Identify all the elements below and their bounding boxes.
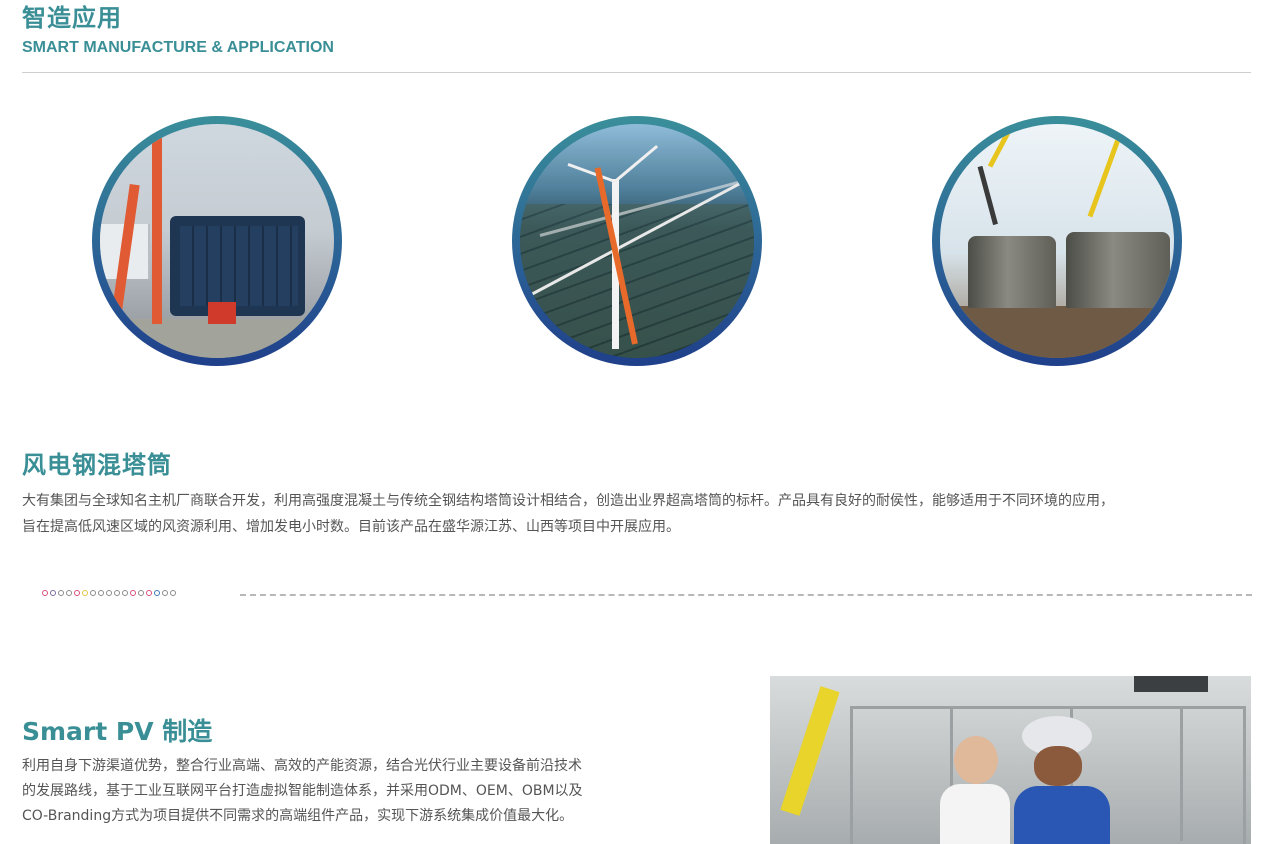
worker-face — [1034, 746, 1082, 786]
divider-dot — [162, 590, 168, 596]
divider-dot — [130, 590, 136, 596]
pv-factory-workers-photo-icon — [770, 676, 1251, 844]
section-title-wind-tower: 风电钢混塔筒 — [22, 451, 172, 479]
divider-dot — [50, 590, 56, 596]
divider-dot — [146, 590, 152, 596]
formwork-panels — [180, 226, 298, 306]
description-line: 的发展路线，基于工业互联网平台打造虚拟智能制造体系，并采用ODM、OEM、OBM… — [22, 783, 583, 799]
divider-dot — [154, 590, 160, 596]
section-description-smart-pv: 利用自身下游渠道优势，整合行业高端、高效的产能资源，结合光伏行业主要设备前沿技术… — [22, 754, 632, 829]
divider-dot — [138, 590, 144, 596]
divider-dot — [122, 590, 128, 596]
yellow-crane-boom-2 — [1087, 135, 1122, 218]
divider-dot — [58, 590, 64, 596]
red-control-box — [208, 302, 236, 324]
description-line: 利用自身下游渠道优势，整合行业高端、高效的产能资源，结合光伏行业主要设备前沿技术 — [22, 758, 582, 774]
page-subtitle: SMART MANUFACTURE & APPLICATION — [22, 39, 334, 56]
divider-dot — [74, 590, 80, 596]
steel-formwork-photo-icon — [100, 124, 334, 358]
ground — [100, 319, 334, 358]
monitor — [1134, 676, 1208, 692]
divider-dot — [170, 590, 176, 596]
divider-dot — [98, 590, 104, 596]
divider-dot — [82, 590, 88, 596]
worker-woman — [1008, 716, 1118, 844]
application-image-wind-turbine[interactable] — [512, 116, 762, 366]
worker-head — [954, 736, 998, 784]
dashed-divider — [240, 594, 1252, 596]
description-line: 大有集团与全球知名主机厂商联合开发，利用高强度混凝土与传统全钢结构塔筒设计相结合… — [22, 493, 1114, 509]
yellow-robot-arm — [780, 686, 840, 816]
wind-turbine-aerial-photo-icon — [520, 124, 754, 358]
divider-dot — [114, 590, 120, 596]
turbine-blade-2 — [567, 162, 616, 183]
concrete-tower-crane-photo-icon — [940, 124, 1174, 358]
divider-dot — [90, 590, 96, 596]
section-description-wind-tower: 大有集团与全球知名主机厂商联合开发，利用高强度混凝土与传统全钢结构塔筒设计相结合… — [22, 488, 1252, 540]
page-title: 智造应用 — [22, 4, 122, 32]
worker-man — [940, 736, 1010, 844]
worker-body — [940, 784, 1010, 844]
turbine-blade — [614, 144, 659, 183]
dot-divider — [42, 590, 176, 596]
concrete-cylinder — [968, 236, 1056, 308]
description-line: 旨在提高低风速区域的风资源利用、增加发电小时数。目前该产品在盛华源江苏、山西等项… — [22, 519, 680, 535]
ground — [940, 306, 1174, 358]
divider-dot — [42, 590, 48, 596]
worker-body-blue — [1014, 786, 1110, 844]
application-image-concrete-tower[interactable] — [932, 116, 1182, 366]
section-header: 智造应用 SMART MANUFACTURE & APPLICATION — [22, 0, 1251, 58]
red-crane-mast — [152, 134, 162, 324]
description-line: CO-Branding方式为项目提供不同需求的高端组件产品，实现下游系统集成价值… — [22, 808, 574, 824]
divider-dot — [106, 590, 112, 596]
crane-cable — [977, 165, 998, 226]
application-image-steel-formwork[interactable] — [92, 116, 342, 366]
section-title-smart-pv: Smart PV 制造 — [22, 717, 213, 746]
yellow-crane-boom — [987, 124, 1035, 168]
divider-dot — [66, 590, 72, 596]
machine-bar-3 — [1180, 706, 1183, 841]
concrete-cylinder-2 — [1066, 232, 1170, 308]
header-divider — [22, 72, 1251, 73]
